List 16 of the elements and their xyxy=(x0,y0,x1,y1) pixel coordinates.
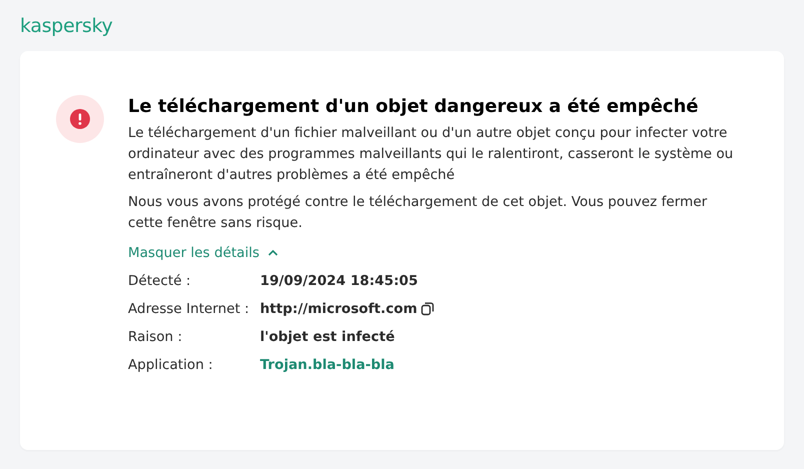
detail-label: Application : xyxy=(128,356,214,376)
detail-value: l'objet est infecté xyxy=(260,328,395,348)
copy-icon[interactable] xyxy=(421,302,434,316)
application-link[interactable]: Trojan.bla-bla-bla xyxy=(260,355,394,376)
alert-icon xyxy=(56,95,104,143)
url-value: http://microsoft.com xyxy=(260,300,418,320)
message-text: Nous vous avons protégé contre le téléchargement de cet objet. Vous pouvez fermer cette fenêtre sans risque. xyxy=(128,193,708,233)
logo: kaspersky xyxy=(19,14,113,39)
detail-label: Adresse Internet : xyxy=(128,300,250,320)
detail-label: Raison : xyxy=(128,328,184,348)
caret-icon xyxy=(268,250,278,256)
details-toggle[interactable]: Masquer les détails xyxy=(128,243,278,264)
message-text: Le téléchargement d'un fichier malveillant ou d'un autre objet conçu pour infecter votre ordinateur avec des programmes malveillants qui le ralentiront, casseront le système ou entraîneront d'autres problèmes a été empêché xyxy=(128,124,734,185)
dialog-title: Le téléchargement d'un objet dangereux a été empêché xyxy=(128,95,700,119)
detail-value: 19/09/2024 18:45:05 xyxy=(260,272,418,292)
detail-label: Détecté : xyxy=(128,272,192,292)
